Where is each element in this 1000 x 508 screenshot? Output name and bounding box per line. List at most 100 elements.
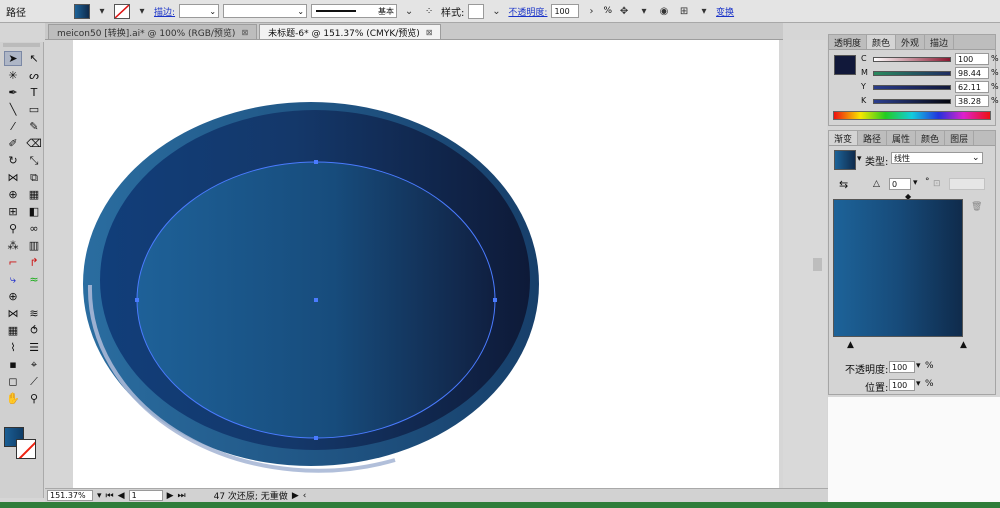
connector-green-icon[interactable]: ≈ [25,272,43,287]
mesh-tool-icon[interactable]: ⊞ [4,204,22,219]
tab-pathfinder[interactable]: 路径 [858,131,888,145]
paintbrush-tool-icon[interactable]: ⁄ [4,119,22,134]
fill-swatch[interactable] [74,3,90,19]
perspective-grid-tool-icon[interactable]: ▦ [25,187,43,202]
stroke-color-box[interactable] [16,439,36,459]
k-slider-bar[interactable] [873,99,951,104]
pencil-tool-icon[interactable]: ✎ [25,119,43,134]
first-artboard-icon[interactable]: ⏮ [106,491,114,501]
stroke-swatch[interactable] [114,3,130,19]
isolate-icon[interactable]: ◉ [656,3,672,19]
style-swatch[interactable] [468,3,485,19]
type-tool-icon[interactable]: T [25,85,43,100]
knife-tool-icon[interactable]: ⟋ [25,374,43,389]
variable-width-select[interactable]: ⌄ [223,4,308,18]
last-artboard-icon[interactable]: ⏭ [177,491,185,501]
slider-c[interactable]: C 100 % [829,53,999,66]
artboard-tool-icon[interactable]: ⌐ [4,255,22,270]
blob-brush-tool-icon[interactable]: ✐ [4,136,22,151]
lasso-tool-icon[interactable]: ᔕ [25,68,43,83]
position-dropdown-icon[interactable]: ▾ [916,379,921,389]
recolor-icon[interactable]: ✥ [616,3,632,19]
crosshair-tool-icon[interactable]: ⊕ [4,289,22,304]
eraser-tool-icon[interactable]: ⌫ [25,136,43,151]
stroke-link[interactable]: 描边: [154,5,175,18]
graph-tool-icon[interactable]: ⌇ [4,340,22,355]
angle-dropdown-icon[interactable]: ▾ [913,178,918,188]
c-value-input[interactable]: 100 [955,53,989,65]
c-slider-bar[interactable] [873,57,951,62]
live-paint-select-icon[interactable]: ⌖ [25,357,43,372]
eyedropper-tool-icon[interactable]: ⚲ [4,221,22,236]
position-input[interactable]: 100 [889,379,915,391]
brush-select[interactable]: 基本 [311,4,398,18]
canvas-area[interactable] [45,40,783,488]
status-menu-icon[interactable]: ▶ [292,491,299,501]
tab-transparency[interactable]: 透明度 [829,35,868,49]
color-stop-left-icon[interactable]: ▲ [847,340,854,350]
tab-appearance[interactable]: 外观 [896,35,926,49]
slice-tool-icon[interactable]: ↱ [25,255,43,270]
hand-tool-icon[interactable]: ✋ [4,391,22,406]
tab-untitled-6[interactable]: 未标题-6* @ 151.37% (CMYK/预览) ⊠ [259,24,442,39]
tab-color-2[interactable]: 颜色 [916,131,946,145]
zoom-tool-icon[interactable]: ⚲ [25,391,43,406]
tab-meicon50[interactable]: meicon50 [转换].ai* @ 100% (RGB/预览) ⊠ [48,24,258,39]
zoom-dropdown-icon[interactable]: ▾ [97,491,102,501]
rotate-tool-icon[interactable]: ↻ [4,153,22,168]
opacity-link[interactable]: 不透明度: [508,5,547,18]
grid-tool-icon[interactable]: ▦ [4,323,22,338]
live-paint-tool-icon[interactable]: ▪ [4,357,22,372]
close-icon[interactable]: ⊠ [241,28,248,37]
k-value-input[interactable]: 38.28 [955,95,989,107]
scroll-thumb[interactable] [813,258,822,271]
color-stop-right-icon[interactable]: ▲ [960,340,967,350]
symbol-sprayer-tool-icon[interactable]: ⁂ [4,238,22,253]
stop-opacity-dropdown-icon[interactable]: ▾ [916,361,921,371]
artboard-select[interactable]: 1 [128,490,163,501]
close-icon[interactable]: ⊠ [426,28,433,37]
brush-dropdown-icon[interactable]: ⌄ [401,3,417,19]
twirl-tool-icon[interactable]: ⥀ [25,323,43,338]
anchor-point-left[interactable] [135,298,139,302]
delete-stop-icon[interactable]: 🗑 [971,202,982,212]
free-transform-tool-icon[interactable]: ⧉ [25,170,43,185]
stroke-dropdown-icon[interactable]: ▾ [134,3,150,19]
transform-link[interactable]: 变换 [716,5,734,18]
tab-color[interactable]: 颜色 [867,35,897,49]
slider-m[interactable]: M 98.44 % [829,67,999,80]
opacity-input[interactable]: 100 [551,4,580,18]
tab-layers[interactable]: 图层 [945,131,975,145]
gradient-ramp[interactable] [833,199,963,337]
magic-wand-tool-icon[interactable]: ✳ [4,68,22,83]
stroke-weight-select[interactable]: ⌄ [179,4,220,18]
y-slider-bar[interactable] [873,85,951,90]
next-artboard-icon[interactable]: ▶ [167,491,174,501]
zoom-select[interactable]: 151.37% [47,490,93,501]
graphic-style-icon[interactable]: ⁘ [421,3,437,19]
stop-opacity-input[interactable]: 100 [889,361,915,373]
crop-tool-icon[interactable]: ◻ [4,374,22,389]
gradient-preset-dropdown-icon[interactable]: ▾ [857,154,862,164]
align-icon[interactable]: ⊞ [676,3,692,19]
blend-tool-icon[interactable]: ∞ [25,221,43,236]
type-select[interactable]: 线性 [891,152,983,164]
direct-selection-tool-icon[interactable]: ↖ [25,51,43,66]
style-dropdown-icon[interactable]: ⌄ [488,3,504,19]
color-spectrum[interactable] [833,111,991,120]
vertical-scrollbar[interactable] [783,40,827,488]
angle-input[interactable]: 0 [889,178,911,190]
reverse-gradient-icon[interactable]: ⇆ [839,178,848,191]
tab-attributes[interactable]: 属性 [887,131,917,145]
shape-builder-tool-icon[interactable]: ⊕ [4,187,22,202]
type-dropdown-icon[interactable]: ⌄ [972,153,980,163]
gradient-preview-swatch[interactable] [834,150,856,170]
anchor-point-bottom[interactable] [314,436,318,440]
rectangle-tool-icon[interactable]: ▭ [25,102,43,117]
m-value-input[interactable]: 98.44 [955,67,989,79]
panel-grip[interactable] [3,43,40,47]
y-value-input[interactable]: 62.11 [955,81,989,93]
selection-tool-icon[interactable]: ➤ [4,51,22,66]
anchor-point-right[interactable] [493,298,497,302]
line-tool-icon[interactable]: ╲ [4,102,22,117]
